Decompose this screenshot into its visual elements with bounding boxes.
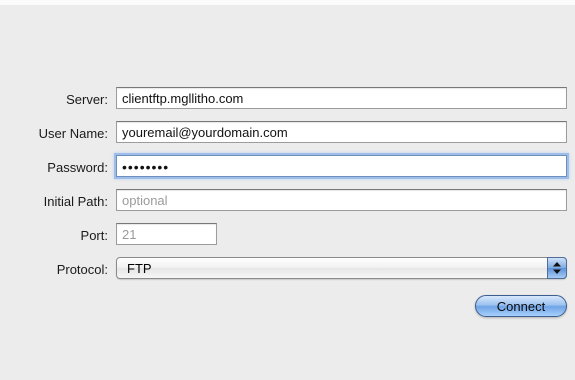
protocol-selected: FTP: [127, 261, 152, 276]
protocol-popup[interactable]: FTP: [116, 257, 567, 279]
user-name-label: User Name:: [38, 126, 108, 141]
port-label: Port:: [80, 228, 108, 243]
initial-path-placeholder: optional: [122, 193, 168, 208]
password-value: ••••••••: [122, 159, 170, 175]
server-value: clientftp.mgllitho.com: [122, 91, 244, 106]
password-row: Password: ••••••••: [0, 155, 575, 179]
protocol-row: Protocol: FTP: [0, 257, 575, 281]
user-name-field[interactable]: youremail@yourdomain.com: [116, 121, 567, 143]
port-field[interactable]: 21: [116, 223, 217, 245]
user-name-value: youremail@yourdomain.com: [122, 125, 288, 140]
initial-path-row: Initial Path: optional: [0, 189, 575, 213]
protocol-label: Protocol:: [56, 262, 108, 277]
window-top-strip: [0, 0, 575, 5]
up-down-arrows-icon: [547, 257, 567, 279]
server-label: Server:: [66, 92, 108, 107]
initial-path-label: Initial Path:: [43, 194, 108, 209]
port-value: 21: [122, 227, 137, 242]
connect-button[interactable]: Connect: [475, 295, 567, 317]
port-row: Port: 21: [0, 223, 575, 247]
initial-path-field[interactable]: optional: [116, 189, 567, 211]
password-label: Password:: [47, 160, 108, 175]
password-field[interactable]: ••••••••: [116, 155, 567, 177]
server-row: Server: clientftp.mgllitho.com: [0, 87, 575, 111]
user-name-row: User Name: youremail@yourdomain.com: [0, 121, 575, 145]
server-field[interactable]: clientftp.mgllitho.com: [116, 87, 567, 109]
